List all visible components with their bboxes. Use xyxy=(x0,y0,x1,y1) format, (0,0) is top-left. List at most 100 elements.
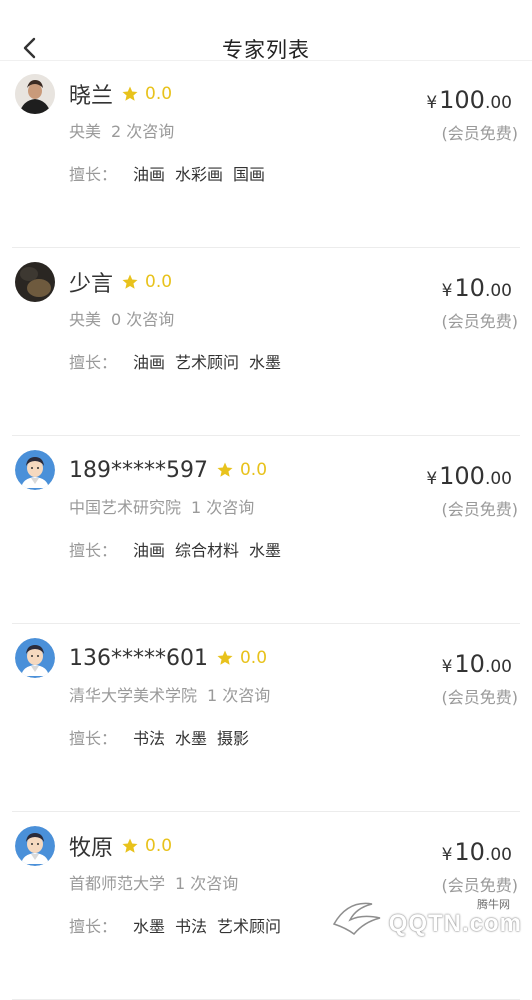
price: ¥10.00 xyxy=(442,274,512,302)
consult-count: 1 次咨询 xyxy=(175,874,238,893)
app-header: 专家列表 xyxy=(0,0,532,61)
rating-value: 0.0 xyxy=(145,272,172,292)
expert-organization: 央美 xyxy=(69,122,101,141)
skill-tag: 水彩画 xyxy=(175,161,223,185)
skill-tag: 水墨 xyxy=(133,913,165,937)
skill-tag: 书法 xyxy=(175,913,207,937)
currency-symbol: ¥ xyxy=(442,845,453,865)
name-row: 晓兰 0.0 xyxy=(69,78,172,110)
rating-value: 0.0 xyxy=(240,460,267,480)
skill-tag: 水墨 xyxy=(175,725,207,749)
expert-organization: 央美 xyxy=(69,310,101,329)
member-free-note: (会员免费) xyxy=(442,120,519,144)
skill-tag: 艺术顾问 xyxy=(217,913,281,937)
price: ¥100.00 xyxy=(426,462,512,490)
expert-name: 136*****601 xyxy=(69,646,208,671)
expert-card[interactable]: 少言 0.0 央美 0 次咨询 擅长： 油画艺术顾问水墨 ¥10.00 (会员免费… xyxy=(12,248,520,436)
consult-count: 0 次咨询 xyxy=(111,310,174,329)
expert-name: 少言 xyxy=(69,266,113,298)
name-row: 少言 0.0 xyxy=(69,266,172,298)
member-free-note: (会员免费) xyxy=(442,684,519,708)
skills-label: 擅长： xyxy=(69,537,117,561)
price-integer: 10 xyxy=(454,274,485,302)
currency-symbol: ¥ xyxy=(442,657,453,677)
default-avatar-icon xyxy=(15,450,55,490)
expert-name: 晓兰 xyxy=(69,78,113,110)
skills-label: 擅长： xyxy=(69,913,117,937)
star-icon xyxy=(121,85,139,103)
member-free-note: (会员免费) xyxy=(442,308,519,332)
price-integer: 10 xyxy=(454,650,485,678)
star-icon xyxy=(216,461,234,479)
star-icon xyxy=(121,837,139,855)
skills-row: 擅长： 水墨书法艺术顾问 xyxy=(69,913,291,937)
expert-meta: 首都师范大学 1 次咨询 xyxy=(69,870,238,894)
currency-symbol: ¥ xyxy=(426,93,437,113)
skills-label: 擅长： xyxy=(69,161,117,185)
price: ¥10.00 xyxy=(442,838,512,866)
profile-photo xyxy=(15,262,55,302)
expert-name: 牧原 xyxy=(69,830,113,862)
skill-tag: 油画 xyxy=(133,537,165,561)
currency-symbol: ¥ xyxy=(426,469,437,489)
name-row: 189*****597 0.0 xyxy=(69,454,267,486)
expert-card[interactable]: 136*****601 0.0 清华大学美术学院1 次咨询 擅长： 书法水墨摄影… xyxy=(12,624,520,812)
avatar[interactable] xyxy=(15,262,55,302)
price-integer: 100 xyxy=(439,86,485,114)
skills-row: 擅长： 书法水墨摄影 xyxy=(69,725,259,749)
expert-organization: 首都师范大学 xyxy=(69,874,165,893)
price-decimal: .00 xyxy=(485,845,512,865)
skill-tag: 摄影 xyxy=(217,725,249,749)
watermark-emblem-icon xyxy=(328,894,398,942)
skills-label: 擅长： xyxy=(69,349,117,373)
skills-row: 擅长： 油画艺术顾问水墨 xyxy=(69,349,291,373)
skills-row: 擅长： 油画水彩画国画 xyxy=(69,161,275,185)
price-decimal: .00 xyxy=(485,281,512,301)
skills-label: 擅长： xyxy=(69,725,117,749)
member-free-note: (会员免费) xyxy=(442,496,519,520)
watermark-text: QQTN.com xyxy=(389,910,522,938)
expert-meta: 清华大学美术学院1 次咨询 xyxy=(69,682,270,706)
price: ¥100.00 xyxy=(426,86,512,114)
price-decimal: .00 xyxy=(485,469,512,489)
expert-name: 189*****597 xyxy=(69,458,208,483)
rating-value: 0.0 xyxy=(240,648,267,668)
price-decimal: .00 xyxy=(485,93,512,113)
expert-meta: 中国艺术研究院 1 次咨询 xyxy=(69,494,254,518)
expert-card[interactable]: 189*****597 0.0 中国艺术研究院 1 次咨询 擅长： 油画综合材料水… xyxy=(12,436,520,624)
avatar[interactable] xyxy=(15,450,55,490)
watermark-logo: 腾牛网 QQTN.com xyxy=(328,894,528,942)
default-avatar-icon xyxy=(15,638,55,678)
expert-meta: 央美 0 次咨询 xyxy=(69,306,174,330)
avatar[interactable] xyxy=(15,638,55,678)
name-row: 牧原 0.0 xyxy=(69,830,172,862)
expert-list: 晓兰 0.0 央美2 次咨询 擅长： 油画水彩画国画 ¥100.00 (会员免费… xyxy=(0,60,532,1000)
expert-card[interactable]: 晓兰 0.0 央美 2 次咨询 擅长： 油画水彩画国画 ¥100.00 (会员免费… xyxy=(12,60,520,248)
rating-value: 0.0 xyxy=(145,836,172,856)
skill-tag: 艺术顾问 xyxy=(175,349,239,373)
name-row: 136*****601 0.0 xyxy=(69,642,267,674)
consult-count: 2 次咨询 xyxy=(111,122,174,141)
currency-symbol: ¥ xyxy=(442,281,453,301)
expert-organization: 中国艺术研究院 xyxy=(69,498,181,517)
skill-tag: 水墨 xyxy=(249,349,281,373)
price-decimal: .00 xyxy=(485,657,512,677)
price-integer: 100 xyxy=(439,462,485,490)
price-integer: 10 xyxy=(454,838,485,866)
skills-row: 擅长： 油画综合材料水墨 xyxy=(69,537,291,561)
skill-tag: 国画 xyxy=(233,161,265,185)
star-icon xyxy=(121,273,139,291)
expert-organization: 清华大学美术学院 xyxy=(69,686,197,705)
skill-tag: 油画 xyxy=(133,161,165,185)
avatar[interactable] xyxy=(15,74,55,114)
profile-photo xyxy=(15,74,55,114)
default-avatar-icon xyxy=(15,826,55,866)
consult-count: 1 次咨询 xyxy=(191,498,254,517)
price: ¥10.00 xyxy=(442,650,512,678)
member-free-note: (会员免费) xyxy=(442,872,519,896)
expert-meta: 央美 2 次咨询 xyxy=(69,118,174,142)
rating-value: 0.0 xyxy=(145,84,172,104)
skill-tag: 综合材料 xyxy=(175,537,239,561)
skill-tag: 油画 xyxy=(133,349,165,373)
avatar[interactable] xyxy=(15,826,55,866)
